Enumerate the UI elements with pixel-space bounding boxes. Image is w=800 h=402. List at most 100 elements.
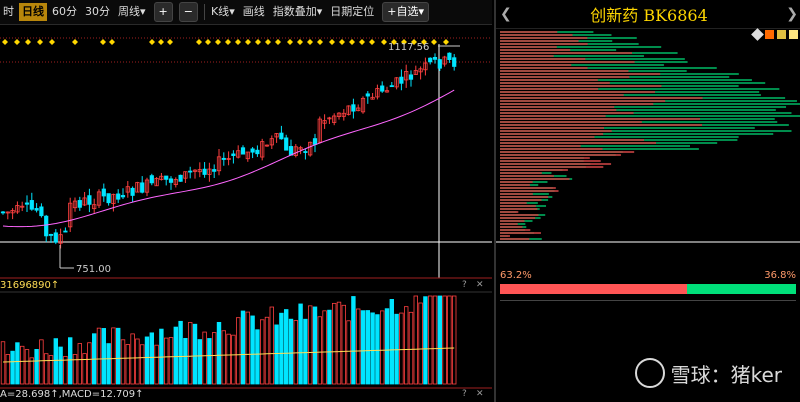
draw-line-button[interactable]: 画线 xyxy=(240,3,268,21)
volume-bar xyxy=(5,354,10,385)
candle-body xyxy=(120,195,126,198)
volume-bar xyxy=(87,342,92,385)
candle-body xyxy=(5,211,10,214)
candlestick-chart[interactable]: 1117.56 751.00 xyxy=(0,0,492,402)
candle-body xyxy=(432,57,438,60)
period-30min[interactable]: 30分 xyxy=(82,3,113,21)
kline-dropdown[interactable]: K线▾ xyxy=(208,3,238,21)
event-marker xyxy=(349,39,355,45)
sector-panel: ❮ 创新药 BK6864 ❯ 63.2% 36.8% xyxy=(494,0,800,402)
candle-body xyxy=(269,138,274,146)
indicator-overlay-dropdown[interactable]: 指数叠加▾ xyxy=(270,3,326,21)
period-hour[interactable]: 时 xyxy=(0,3,17,21)
chevron-down-icon: ▾ xyxy=(316,5,323,18)
volume-bar xyxy=(298,303,303,385)
event-marker xyxy=(275,39,281,45)
candle-body xyxy=(20,205,25,208)
volume-bar xyxy=(44,353,49,385)
candle-body xyxy=(154,177,159,187)
candle-body xyxy=(87,195,92,205)
volume-bar xyxy=(183,338,188,385)
volume-bar xyxy=(312,306,318,385)
volume-bar xyxy=(192,323,198,385)
candle-body xyxy=(10,210,15,214)
candle-body xyxy=(260,141,265,158)
candle-body xyxy=(384,90,390,93)
candle-body xyxy=(226,158,231,160)
zoom-in-button[interactable]: + xyxy=(153,2,173,22)
volume-bar xyxy=(403,306,409,385)
period-day[interactable]: 日线 xyxy=(19,3,47,21)
event-marker xyxy=(215,39,221,45)
volume-bar xyxy=(269,306,274,385)
candle-body xyxy=(58,234,63,244)
volume-bar xyxy=(77,343,82,385)
candle-body xyxy=(279,132,284,140)
candle-body xyxy=(245,151,250,160)
candle-body xyxy=(15,205,20,213)
candle-body xyxy=(178,174,183,182)
candle-body xyxy=(236,150,241,158)
volume-bar xyxy=(130,333,135,385)
volume-bar xyxy=(231,334,236,385)
candle-body xyxy=(135,182,140,193)
candle-body xyxy=(125,186,130,193)
event-marker xyxy=(431,39,437,45)
candle-body xyxy=(293,146,298,156)
volume-bar xyxy=(451,295,457,385)
event-marker xyxy=(100,39,106,45)
candle-body xyxy=(380,85,385,92)
volume-bar xyxy=(221,330,226,385)
event-marker xyxy=(37,39,43,45)
candle-body xyxy=(423,62,428,71)
candle-body xyxy=(356,107,361,112)
volume-bar xyxy=(274,324,279,385)
candle-body xyxy=(389,85,394,88)
volume-bar xyxy=(111,327,116,385)
volume-bar xyxy=(442,295,447,385)
candle-body xyxy=(332,115,337,123)
candle-body xyxy=(428,57,433,63)
candle-body xyxy=(240,147,246,155)
volume-bar xyxy=(197,339,202,385)
period-week-dropdown[interactable]: 周线▾ xyxy=(115,3,149,21)
event-marker xyxy=(421,39,427,45)
volume-bar xyxy=(58,346,63,385)
candle-body xyxy=(197,169,202,173)
zoom-out-button[interactable]: − xyxy=(178,2,198,22)
volume-bar xyxy=(216,321,222,385)
help-icon[interactable]: ? xyxy=(462,280,467,290)
period-60min[interactable]: 60分 xyxy=(49,3,80,21)
candle-body xyxy=(394,77,399,88)
divider xyxy=(500,300,796,301)
volume-bar xyxy=(288,318,294,385)
volume-bar xyxy=(207,338,212,385)
candle-body xyxy=(308,141,313,156)
candle-body xyxy=(360,97,366,113)
event-marker xyxy=(167,39,173,45)
close-icon[interactable]: ✕ xyxy=(476,280,484,290)
volume-bar xyxy=(389,299,394,385)
volume-bar xyxy=(0,341,6,385)
close-icon[interactable]: ✕ xyxy=(476,389,484,399)
volume-bar xyxy=(82,353,87,385)
date-locate-button[interactable]: 日期定位 xyxy=(327,3,377,21)
candle-body xyxy=(288,146,294,156)
candle-body xyxy=(452,57,457,67)
event-marker xyxy=(359,39,365,45)
candle-body xyxy=(447,52,452,60)
volume-bar xyxy=(53,338,58,385)
candle-body xyxy=(303,151,308,153)
candle-body xyxy=(298,147,303,150)
event-marker xyxy=(329,39,335,45)
candle-body xyxy=(418,68,423,73)
snowball-logo-icon xyxy=(634,358,665,388)
candle-body xyxy=(130,187,135,196)
candle-body xyxy=(370,96,375,100)
add-watchlist-dropdown[interactable]: +自选▾ xyxy=(382,2,429,22)
volume-bar xyxy=(293,320,298,385)
volume-bar xyxy=(48,355,54,385)
candle-body xyxy=(375,88,380,98)
help-icon[interactable]: ? xyxy=(462,389,467,399)
event-marker xyxy=(14,39,20,45)
